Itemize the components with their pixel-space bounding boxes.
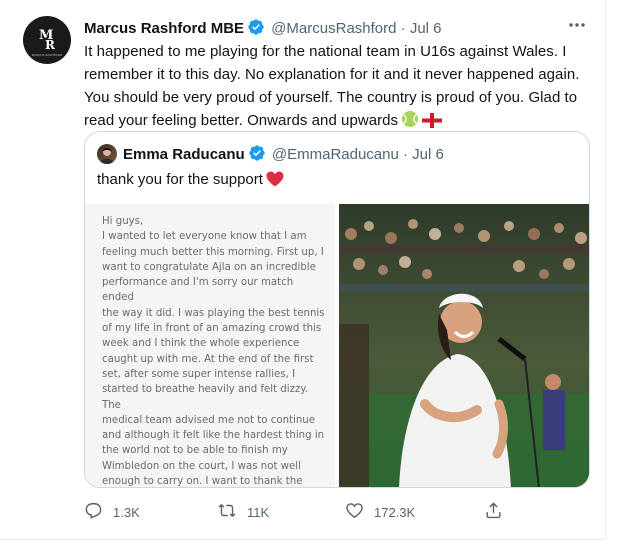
- share-button[interactable]: [484, 500, 513, 524]
- author-handle[interactable]: @MarcusRashford: [271, 20, 396, 37]
- like-count: 172.3K: [374, 504, 416, 520]
- quoted-author-avatar[interactable]: [97, 144, 117, 164]
- tweet-body: It happened to me playing for the nation…: [84, 40, 584, 135]
- red-heart-emoji: [266, 171, 284, 193]
- separator-dot: ·: [400, 20, 406, 37]
- quoted-tweet-date[interactable]: Jul 6: [412, 146, 444, 163]
- tweet-actions: 1.3K 11K 172.3K: [84, 500, 504, 524]
- like-button[interactable]: 172.3K: [345, 500, 415, 524]
- retweet-button[interactable]: 11K: [217, 500, 269, 524]
- author-name[interactable]: Marcus Rashford MBE: [84, 20, 244, 37]
- tweet-date[interactable]: Jul 6: [410, 20, 442, 37]
- quoted-tweet-text: thank you for the support: [97, 170, 284, 193]
- tennis-player-photo[interactable]: [339, 204, 589, 487]
- svg-text:R: R: [45, 38, 56, 52]
- quoted-tweet-media[interactable]: Hi guys, I wanted to let everyone know t…: [85, 204, 589, 488]
- verified-badge-icon: [247, 18, 265, 42]
- tweet-header: Marcus Rashford MBE @MarcusRashford · Ju…: [84, 18, 575, 42]
- reply-icon: [84, 501, 113, 523]
- retweet-count: 11K: [247, 504, 270, 520]
- share-icon: [484, 501, 513, 523]
- quoted-tweet-header: Emma Raducanu @EmmaRaducanu · Jul 6: [123, 144, 444, 168]
- author-avatar[interactable]: M R MARCUS RASHFORD: [23, 16, 71, 64]
- quoted-tweet-text-content: thank you for the support: [97, 171, 263, 188]
- separator-dot: ·: [403, 146, 408, 163]
- tweet-body-text: It happened to me playing for the nation…: [84, 43, 580, 129]
- retweet-icon: [217, 501, 247, 523]
- tweet[interactable]: M R MARCUS RASHFORD Marcus Rashford MBE …: [0, 0, 606, 540]
- more-options-icon[interactable]: [563, 15, 591, 35]
- statement-image[interactable]: Hi guys, I wanted to let everyone know t…: [85, 204, 337, 488]
- svg-text:MARCUS RASHFORD: MARCUS RASHFORD: [32, 53, 63, 57]
- quoted-author-name[interactable]: Emma Raducanu: [123, 146, 245, 163]
- reply-count: 1.3K: [113, 504, 140, 520]
- mr-logo-icon: M R MARCUS RASHFORD: [32, 28, 63, 57]
- statement-text: Hi guys, I wanted to let everyone know t…: [102, 216, 325, 488]
- quoted-tweet[interactable]: Emma Raducanu @EmmaRaducanu · Jul 6 than…: [84, 131, 590, 488]
- quoted-author-handle[interactable]: @EmmaRaducanu: [272, 146, 399, 163]
- wimbledon-photo-icon: [339, 204, 589, 487]
- reply-button[interactable]: 1.3K: [84, 500, 140, 524]
- like-icon: [345, 501, 374, 523]
- verified-badge-icon: [248, 144, 266, 168]
